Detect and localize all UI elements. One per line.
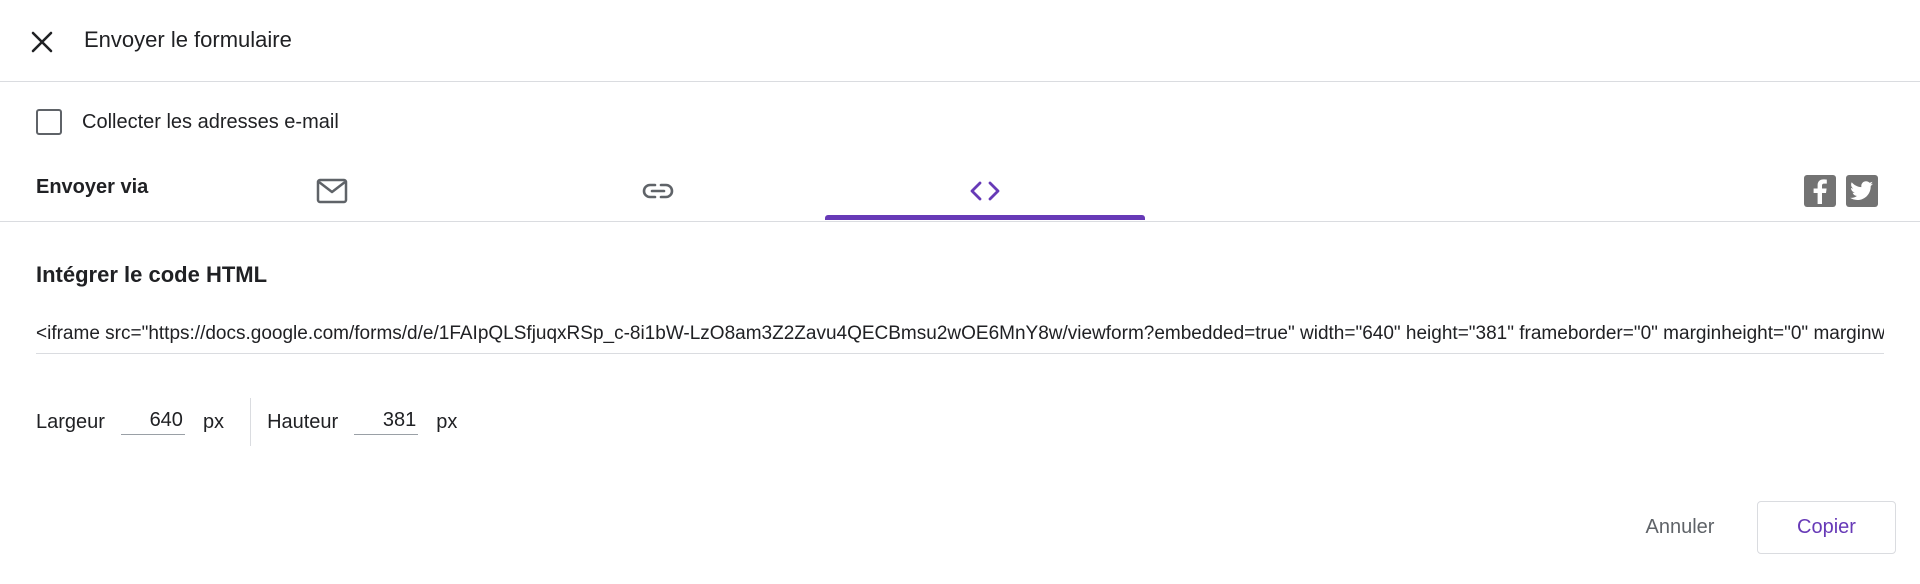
dimension-divider [250, 398, 252, 446]
collect-emails-label[interactable]: Collecter les adresses e-mail [82, 111, 339, 134]
copy-button[interactable]: Copier [1757, 501, 1896, 554]
height-unit: px [436, 410, 458, 433]
selected-tab-indicator [825, 215, 1145, 220]
send-form-dialog: Envoyer le formulaire Collecter les adre… [0, 0, 1920, 584]
share-facebook-button[interactable] [1804, 175, 1836, 207]
collect-emails-row: Collecter les adresses e-mail [36, 106, 339, 138]
send-via-bar: Envoyer via [0, 160, 1920, 222]
dialog-title: Envoyer le formulaire [84, 27, 292, 52]
link-icon [642, 183, 674, 198]
embed-section-title: Intégrer le code HTML [36, 262, 268, 287]
height-input[interactable]: 381 [354, 409, 419, 435]
width-label: Largeur [36, 410, 105, 433]
embed-code-field[interactable]: <iframe src="https://docs.google.com/for… [36, 318, 1884, 354]
tab-embed-html[interactable] [825, 160, 1145, 221]
tab-link[interactable] [498, 160, 818, 221]
width-unit: px [202, 410, 225, 433]
width-input[interactable]: 640 [120, 409, 185, 435]
mail-icon [316, 178, 348, 203]
twitter-icon [1850, 181, 1873, 200]
send-via-label: Envoyer via [36, 176, 149, 198]
facebook-icon [1813, 179, 1827, 204]
share-twitter-button[interactable] [1846, 175, 1878, 207]
dimensions-row: Largeur 640 px Hauteur 381 px [36, 398, 483, 446]
code-icon [970, 181, 1000, 200]
height-label: Hauteur [267, 410, 339, 433]
tab-email[interactable] [172, 160, 492, 221]
cancel-button[interactable]: Annuler [1620, 502, 1740, 552]
close-button[interactable] [24, 24, 60, 60]
close-icon [31, 31, 53, 53]
collect-emails-checkbox[interactable] [36, 109, 62, 135]
dialog-header: Envoyer le formulaire [0, 0, 1920, 82]
